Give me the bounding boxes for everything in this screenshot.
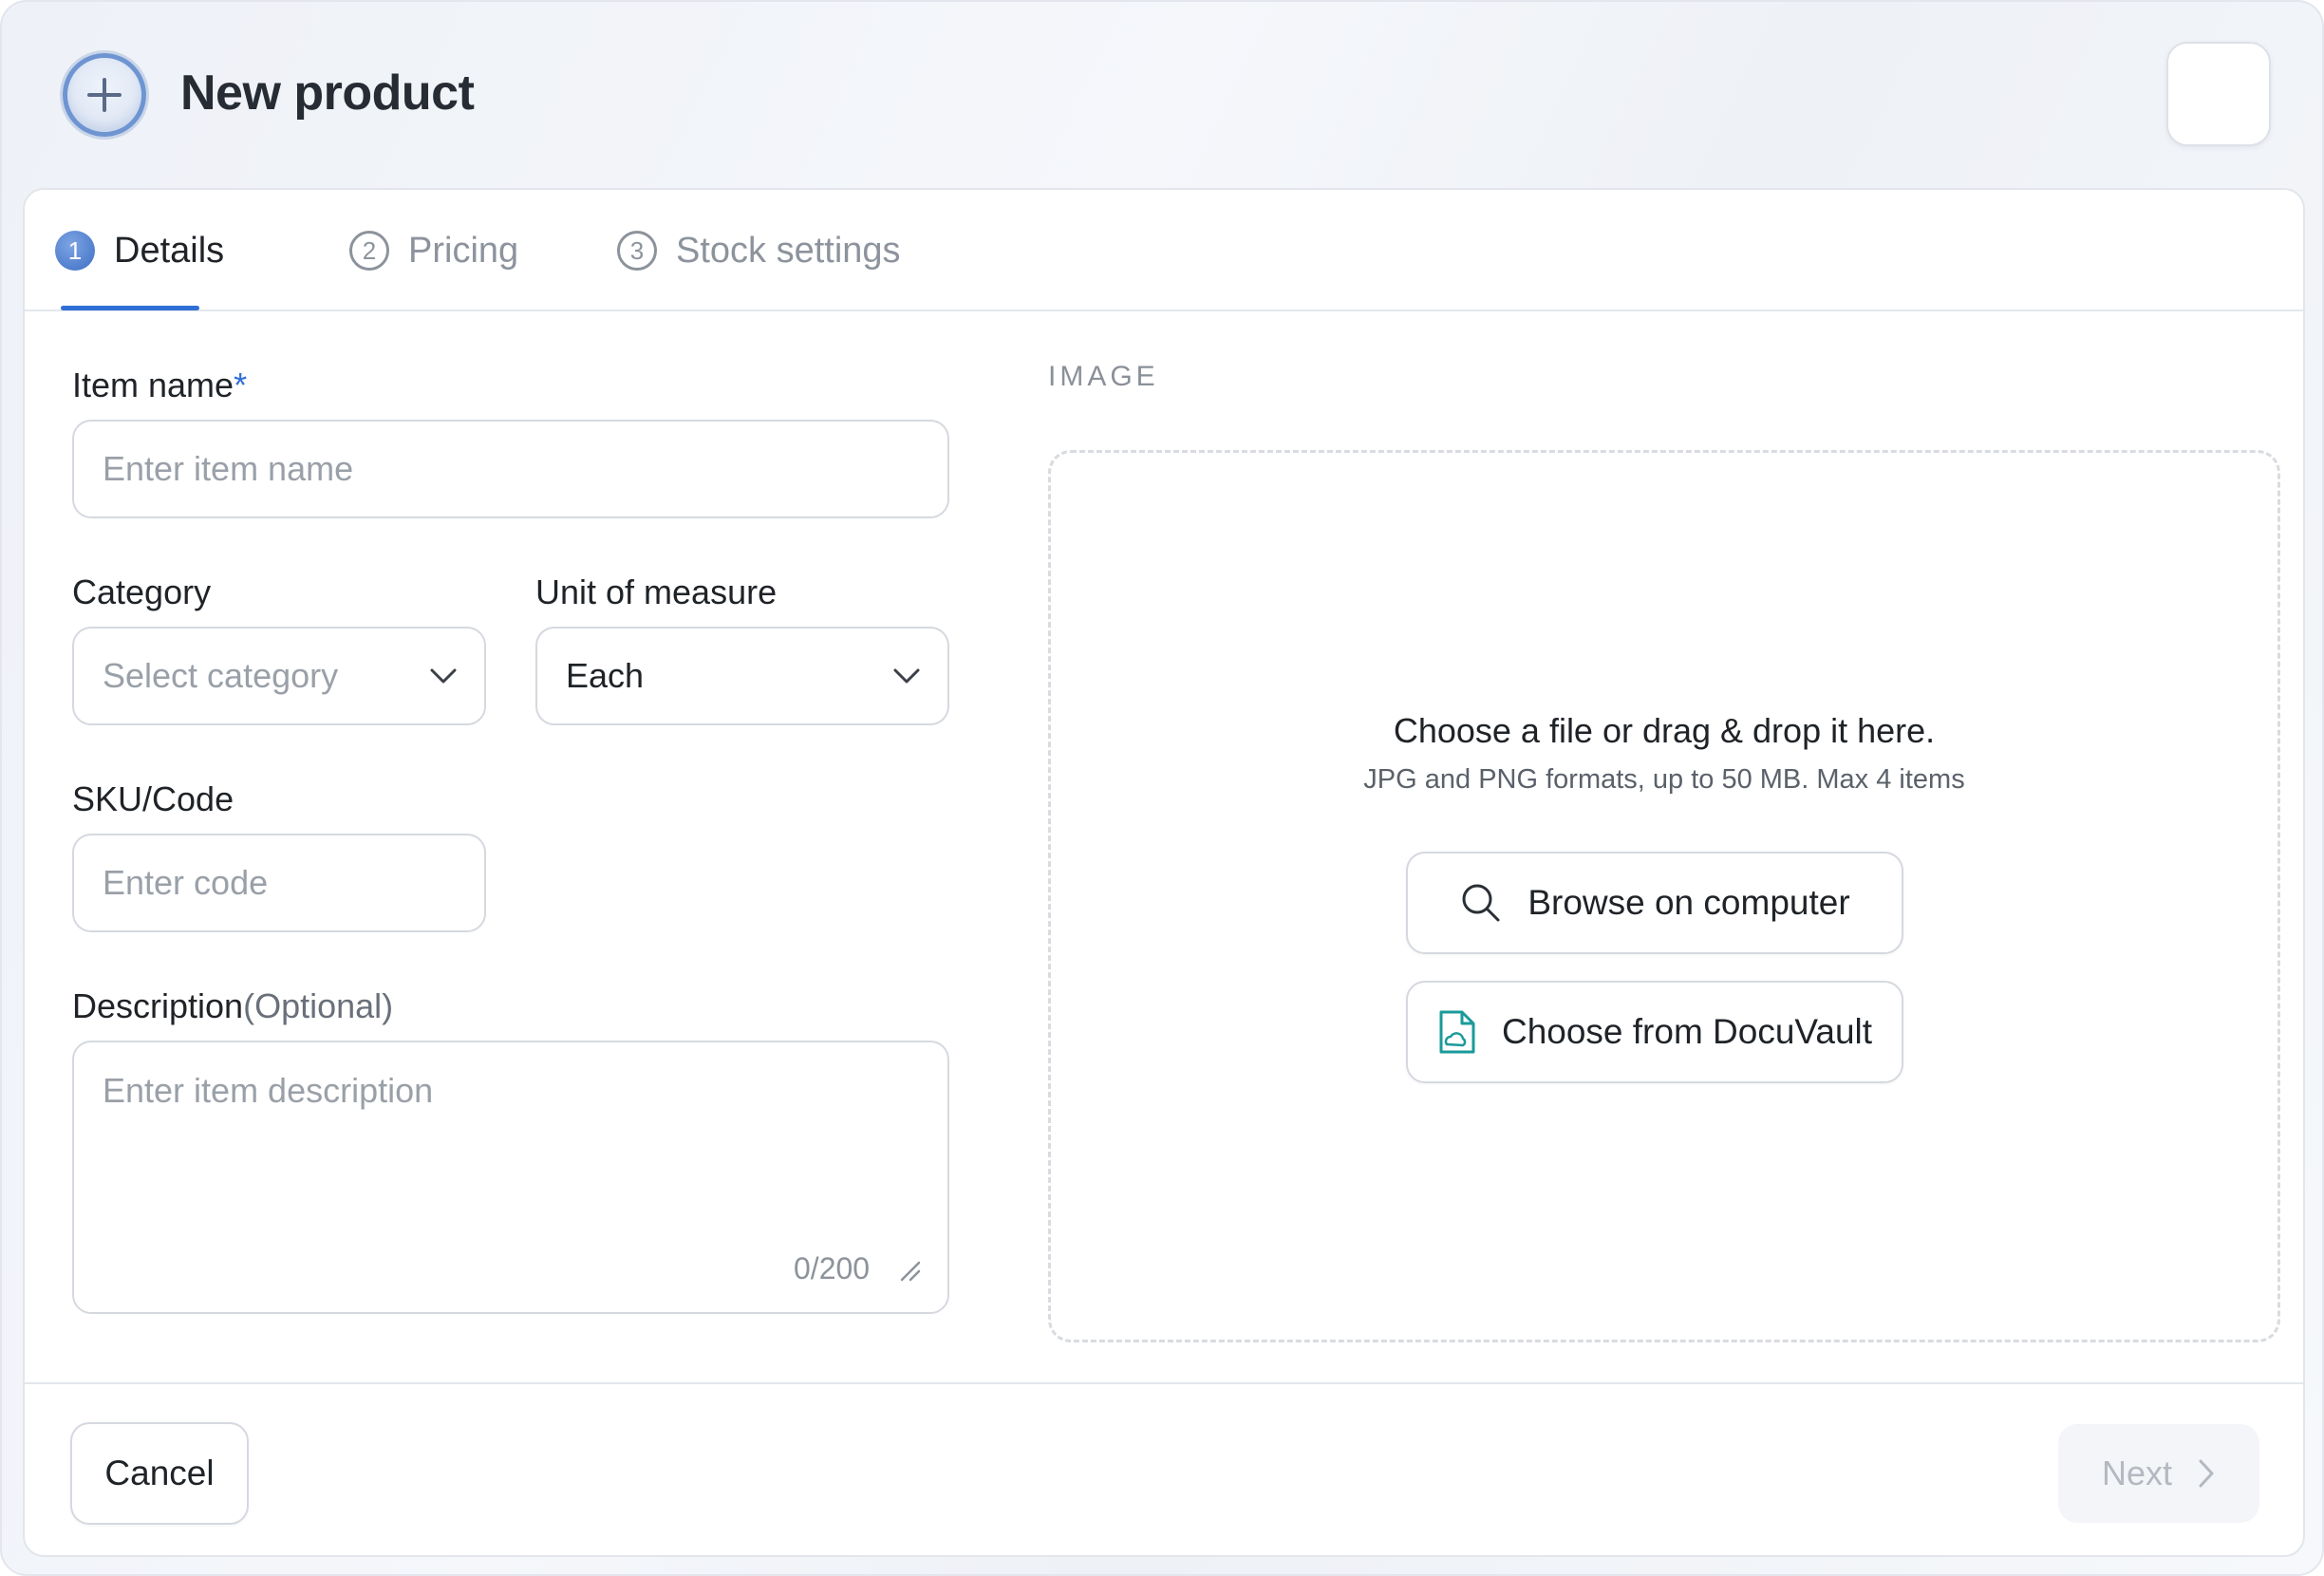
active-tab-indicator xyxy=(61,306,199,310)
form-card: 1 Details 2 Pricing 3 Stock settings Ite… xyxy=(23,188,2305,1557)
sku-label: SKU/Code xyxy=(72,779,234,818)
browse-computer-button[interactable]: Browse on computer xyxy=(1406,852,1903,954)
category-label: Category xyxy=(72,572,212,611)
resize-handle-icon[interactable] xyxy=(898,1259,923,1284)
item-name-label: Item name* xyxy=(72,365,247,406)
item-name-label-text: Item name xyxy=(72,366,234,404)
category-select[interactable]: Select category xyxy=(72,627,486,725)
choose-docuvault-label: Choose from DocuVault xyxy=(1501,1012,1873,1051)
dropzone-subtitle: JPG and PNG formats, up to 50 MB. Max 4 … xyxy=(1363,764,1965,795)
close-button[interactable] xyxy=(2166,42,2271,146)
page-title: New product xyxy=(180,66,475,121)
tab-label: Details xyxy=(114,231,225,271)
tab-step-number: 1 xyxy=(55,231,95,271)
sku-input[interactable] xyxy=(72,834,486,932)
dropzone-title: Choose a file or drag & drop it here. xyxy=(1393,711,1936,750)
choose-docuvault-button[interactable]: Choose from DocuVault xyxy=(1406,981,1903,1083)
plus-circle-icon xyxy=(63,53,146,137)
optional-hint: (Optional) xyxy=(243,986,394,1025)
next-button[interactable]: Next xyxy=(2058,1424,2259,1523)
unit-label: Unit of measure xyxy=(535,572,778,611)
tab-label: Stock settings xyxy=(676,231,901,271)
docuvault-file-icon xyxy=(1439,1010,1475,1054)
required-mark: * xyxy=(234,366,248,404)
step-tabs: 1 Details 2 Pricing 3 Stock settings xyxy=(25,190,2303,311)
image-dropzone[interactable]: Choose a file or drag & drop it here. JP… xyxy=(1048,450,2280,1342)
character-counter: 0/200 xyxy=(794,1251,871,1285)
tab-details[interactable]: 1 Details xyxy=(55,228,224,273)
modal-header: New product xyxy=(2,2,2322,188)
tab-stock-settings[interactable]: 3 Stock settings xyxy=(617,228,901,273)
unit-select[interactable]: Each xyxy=(535,627,949,725)
new-product-modal: New product 1 Details 2 Pricing 3 Stock … xyxy=(0,0,2324,1576)
chevron-right-icon xyxy=(2199,1459,2214,1488)
tab-label: Pricing xyxy=(408,231,519,271)
chevron-down-icon xyxy=(893,668,920,684)
tab-step-number: 3 xyxy=(617,231,657,271)
browse-computer-label: Browse on computer xyxy=(1527,883,1850,922)
item-name-input[interactable] xyxy=(72,420,949,518)
cancel-label: Cancel xyxy=(104,1454,215,1492)
description-label-text: Description xyxy=(72,986,244,1025)
search-icon xyxy=(1462,884,1500,922)
chevron-down-icon xyxy=(430,668,457,684)
tab-pricing[interactable]: 2 Pricing xyxy=(349,228,518,273)
category-select-value: Select category xyxy=(103,656,339,695)
cancel-button[interactable]: Cancel xyxy=(70,1422,249,1525)
description-label: Description(Optional) xyxy=(72,985,393,1027)
footer-divider xyxy=(25,1382,2303,1384)
image-section-title: IMAGE xyxy=(1048,361,1159,392)
tab-step-number: 2 xyxy=(349,231,389,271)
next-label: Next xyxy=(2101,1454,2173,1492)
unit-select-value: Each xyxy=(566,656,645,695)
